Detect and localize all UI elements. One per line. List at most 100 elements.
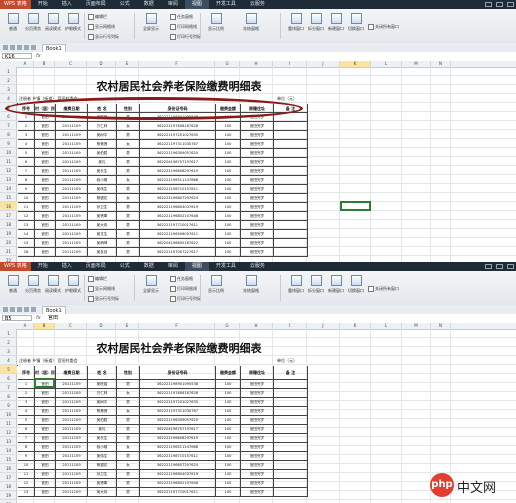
row-header-9[interactable]: 9	[0, 139, 17, 148]
table-cell[interactable]: 20111109	[56, 416, 88, 426]
row-header-12[interactable]: 12	[0, 428, 17, 437]
checkbox-icon[interactable]	[170, 296, 176, 302]
row-header-3[interactable]: 3	[0, 347, 17, 356]
row-header-21[interactable]: 21	[0, 247, 17, 256]
table-cell[interactable]: 20111109	[56, 407, 88, 417]
menu-3[interactable]: 公式	[113, 0, 137, 9]
table-cell[interactable]: 100	[216, 479, 241, 489]
table-cell[interactable]: 官田完岁	[241, 479, 274, 489]
table-cell[interactable]	[274, 185, 308, 194]
table-cell[interactable]: 20111109	[56, 221, 88, 230]
table-cell[interactable]: 9	[18, 185, 35, 194]
menu-0[interactable]: 开始	[31, 0, 55, 9]
row-header-17[interactable]: 17	[0, 473, 17, 482]
ribbon-check-2[interactable]: 显示行号列标	[88, 295, 119, 302]
table-cell[interactable]: 官田完岁	[241, 203, 274, 212]
table-cell[interactable]: 吴伯胜	[88, 416, 117, 426]
table-cell[interactable]: 12	[18, 479, 35, 489]
table-cell[interactable]: 官田	[35, 479, 56, 489]
table-cell[interactable]: 3	[18, 398, 35, 408]
document-tab[interactable]: Book1	[42, 306, 66, 314]
table-cell[interactable]: 100	[216, 176, 241, 185]
table-cell[interactable]	[274, 416, 308, 426]
table-cell[interactable]: 20111109	[56, 239, 88, 248]
table-cell[interactable]: 20111109	[56, 443, 88, 453]
table-cell[interactable]: 20111109	[56, 434, 88, 444]
table-cell[interactable]: 20111109	[56, 167, 88, 176]
table-cell[interactable]: 官田	[35, 140, 56, 149]
checkbox-icon[interactable]	[88, 286, 94, 292]
row-header-5[interactable]: 5	[0, 365, 17, 374]
table-cell[interactable]: 吴大伟	[88, 221, 117, 230]
row-header-18[interactable]: 18	[0, 220, 17, 229]
table-cell[interactable]: 362221196802107648	[140, 212, 216, 221]
ribbon-check-4[interactable]: 打印网格线	[170, 23, 197, 30]
table-cell[interactable]	[274, 131, 308, 140]
table-cell[interactable]: 20111109	[56, 131, 88, 140]
row-header-9[interactable]: 9	[0, 401, 17, 410]
table-cell[interactable]: 20111109	[56, 140, 88, 149]
table-cell[interactable]: 362221197201027635	[140, 131, 216, 140]
table-cell[interactable]: 2	[18, 122, 35, 131]
table-cell[interactable]: 官田	[35, 176, 56, 185]
table-cell[interactable]: 362221197007227617	[140, 248, 216, 257]
table-cell[interactable]: 20111109	[56, 203, 88, 212]
ribbon-check-5[interactable]: 打印行号列标	[170, 33, 201, 40]
table-cell[interactable]: 男	[117, 416, 140, 426]
table-cell[interactable]: 362221197710017611	[140, 221, 216, 230]
row-header-16[interactable]: 16	[0, 464, 17, 473]
table-cell[interactable]: 男	[117, 212, 140, 221]
row-header-10[interactable]: 10	[0, 148, 17, 157]
table-cell[interactable]: 吴树平	[88, 398, 117, 408]
table-cell[interactable]: 男	[117, 158, 140, 167]
table-cell[interactable]: 20111109	[56, 398, 88, 408]
table-cell[interactable]: 官田	[35, 230, 56, 239]
table-cell[interactable]: 100	[216, 203, 241, 212]
table-cell[interactable]: 男	[117, 185, 140, 194]
table-cell[interactable]: 官田	[35, 470, 56, 480]
ribbon-button-4[interactable]: 全屏显示	[140, 12, 162, 40]
table-cell[interactable]: 官田	[35, 122, 56, 131]
row-header-13[interactable]: 13	[0, 175, 17, 184]
table-cell[interactable]: 官田	[35, 131, 56, 140]
table-cell[interactable]: 官田	[35, 203, 56, 212]
table-cell[interactable]: 6	[18, 158, 35, 167]
menu-4[interactable]: 数据	[137, 0, 161, 9]
table-cell[interactable]: 男	[117, 425, 140, 435]
checkbox-icon[interactable]	[88, 296, 94, 302]
table-cell[interactable]: 362204198605187622	[140, 239, 216, 248]
table-cell[interactable]	[274, 461, 308, 471]
table-cell[interactable]: 362221196309057620	[140, 149, 216, 158]
table-cell[interactable]: 官田完岁	[241, 158, 274, 167]
quick-access-icon[interactable]	[17, 45, 22, 50]
row-header-2[interactable]: 2	[0, 338, 17, 347]
table-cell[interactable]: 女	[117, 443, 140, 453]
checkbox-icon[interactable]	[88, 14, 94, 20]
table-cell[interactable]: 362221197608187628	[140, 389, 216, 399]
table-cell[interactable]: 100	[216, 122, 241, 131]
table-cell[interactable]: 6	[18, 425, 35, 435]
table-cell[interactable]: 100	[216, 248, 241, 257]
table-cell[interactable]: 官田	[35, 149, 56, 158]
table-cell[interactable]	[274, 239, 308, 248]
maximize-icon[interactable]	[496, 2, 503, 7]
table-cell[interactable]: 100	[216, 158, 241, 167]
selected-cell[interactable]	[34, 378, 55, 389]
menu-3[interactable]: 公式	[113, 262, 137, 271]
menu-1[interactable]: 插入	[55, 262, 79, 271]
table-cell[interactable]	[274, 248, 308, 257]
ribbon-button-4[interactable]: 全屏显示	[140, 274, 162, 302]
table-cell[interactable]: 男	[117, 488, 140, 498]
table-header-7[interactable]: 原籍住址	[241, 366, 274, 381]
table-cell[interactable]: 官田完岁	[241, 248, 274, 257]
table-cell[interactable]: 官田完岁	[241, 167, 274, 176]
table-header-0[interactable]: 序号	[18, 366, 35, 381]
table-cell[interactable]: 20111109	[56, 176, 88, 185]
table-cell[interactable]: 男	[117, 131, 140, 140]
table-cell[interactable]: 官田	[35, 167, 56, 176]
table-cell[interactable]: 10	[18, 194, 35, 203]
table-cell[interactable]: 14	[18, 230, 35, 239]
table-cell[interactable]: 4	[18, 407, 35, 417]
row-header-8[interactable]: 8	[0, 392, 17, 401]
table-cell[interactable]: 蔡美莲	[88, 407, 117, 417]
